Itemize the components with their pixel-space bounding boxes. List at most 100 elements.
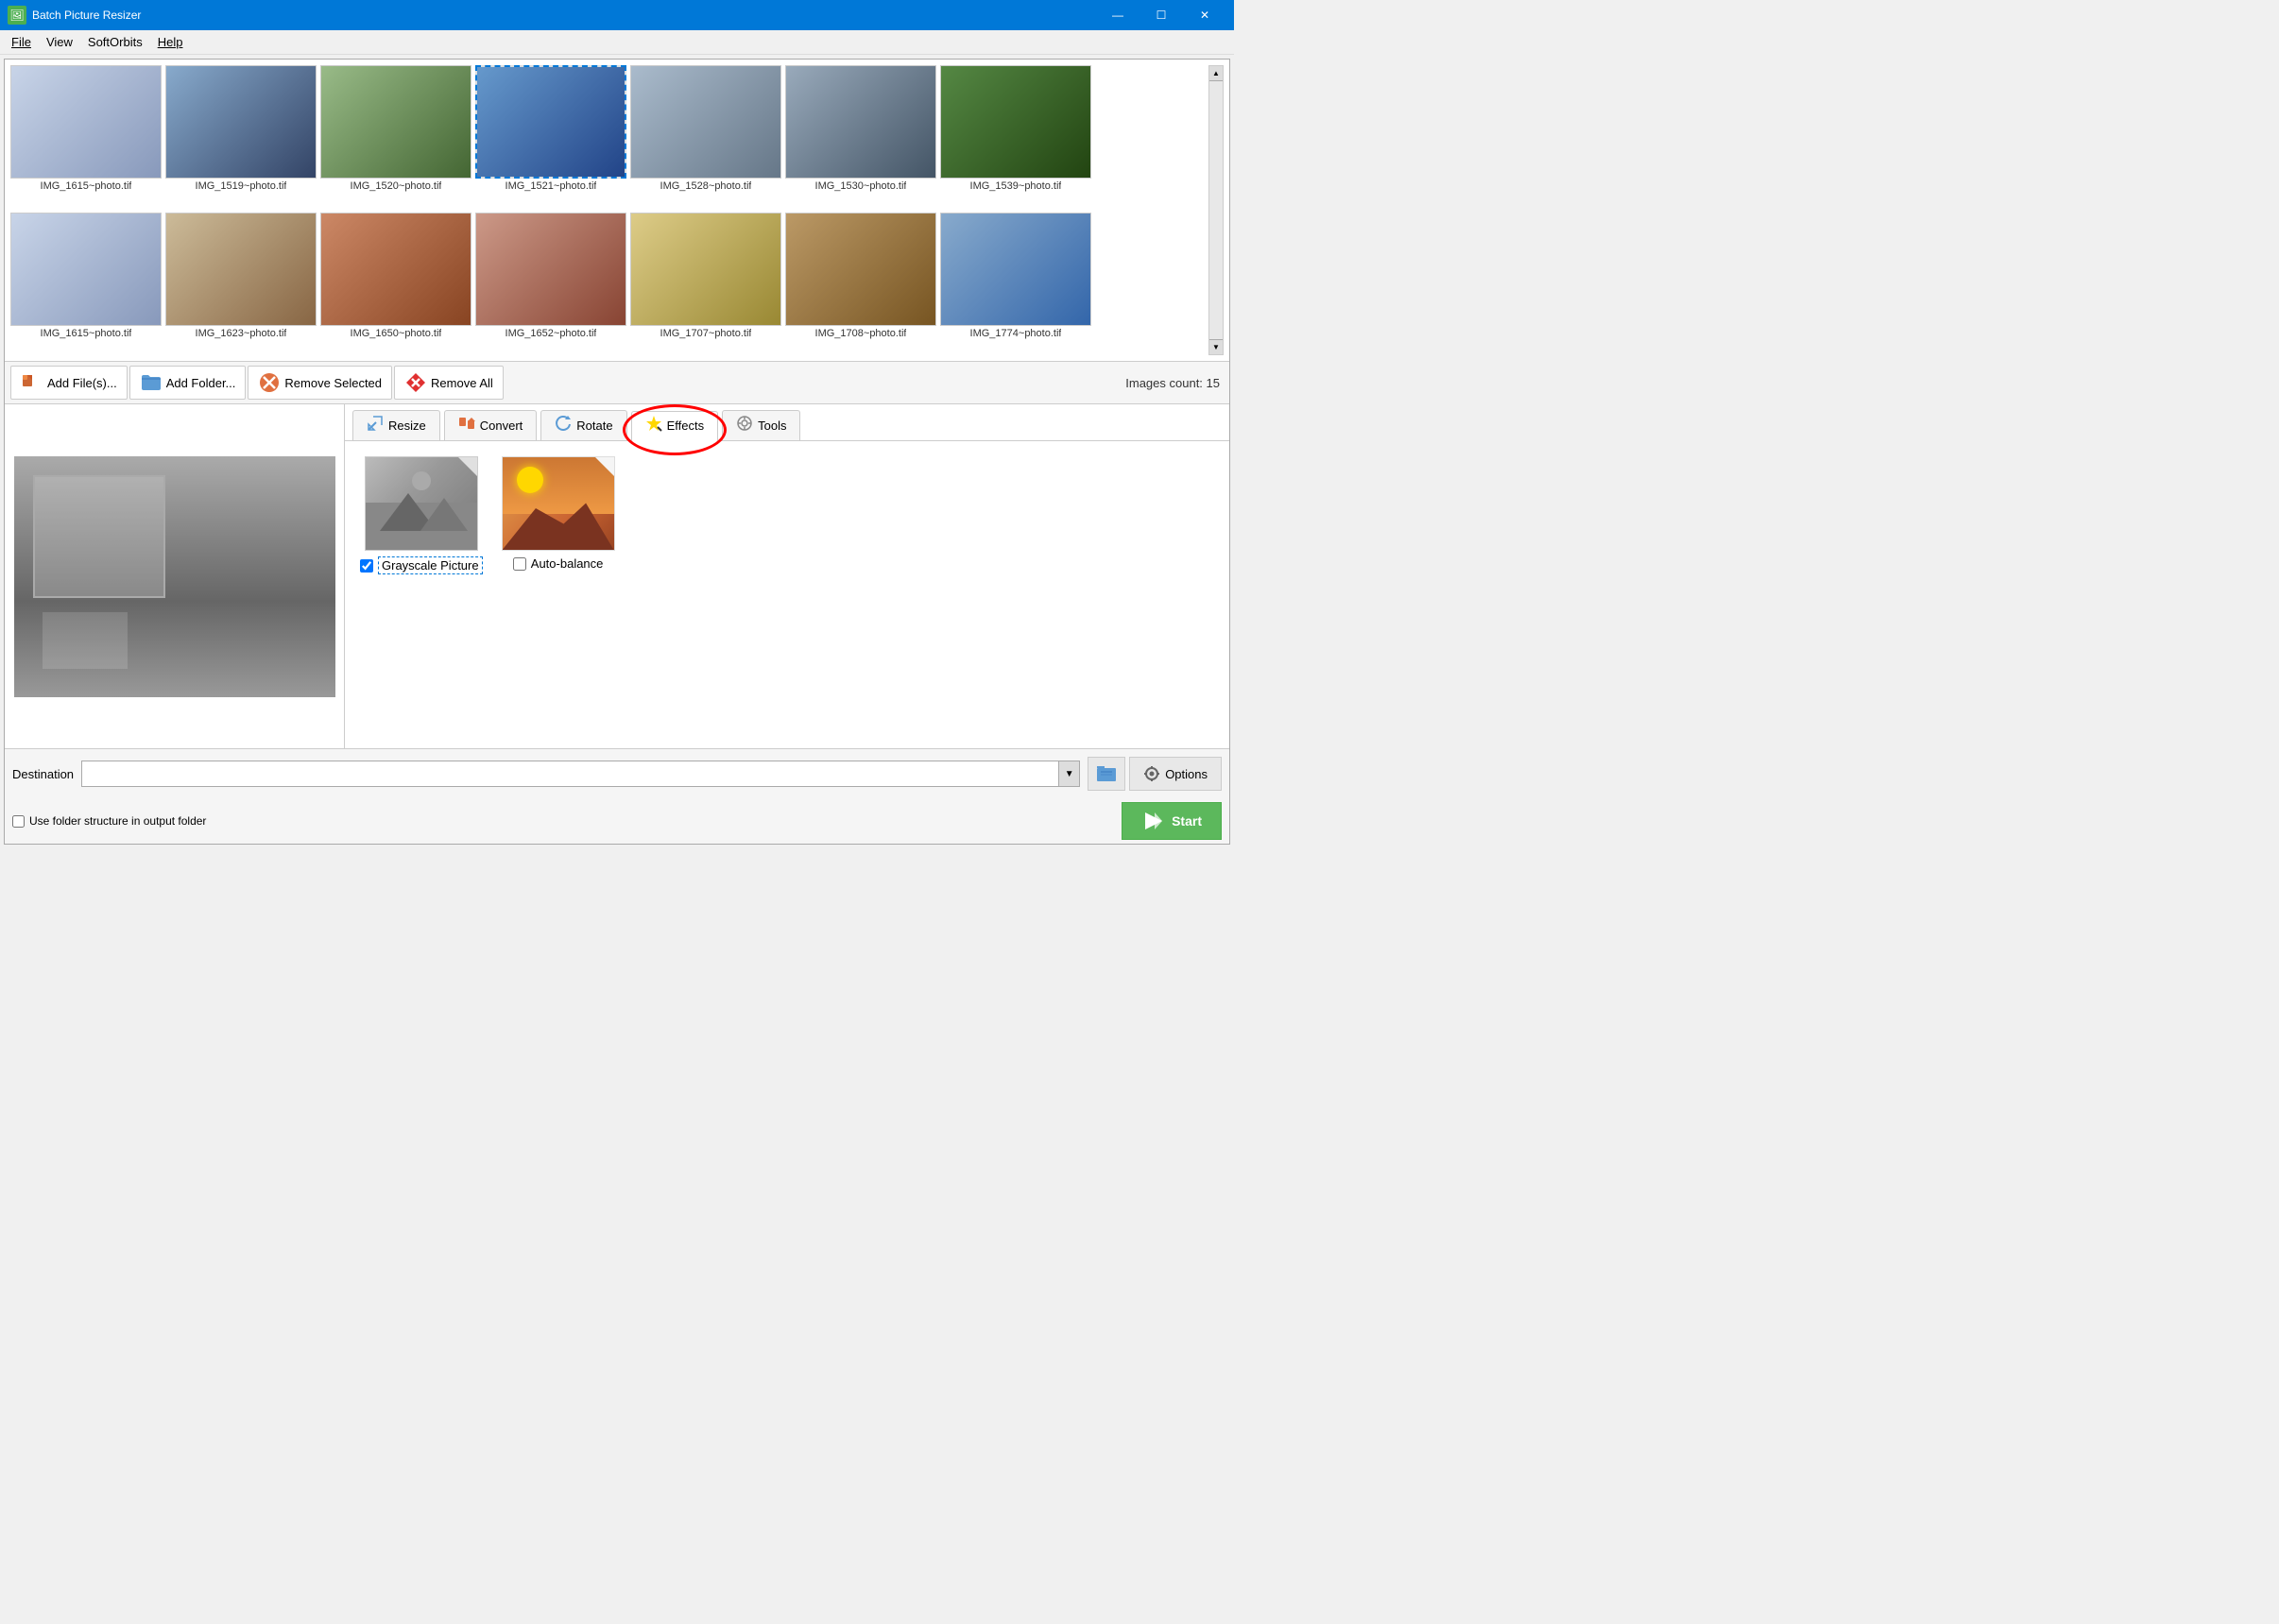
img-placeholder-10 — [321, 214, 471, 325]
menu-help[interactable]: Help — [150, 33, 191, 51]
folder-structure-checkbox[interactable] — [12, 815, 25, 828]
grid-scrollbar[interactable]: ▲ ▼ — [1208, 65, 1224, 355]
destination-combo: ▼ — [81, 761, 1080, 787]
window-title: Batch Picture Resizer — [32, 9, 1096, 22]
image-thumb-5 — [630, 65, 781, 179]
tab-convert[interactable]: Convert — [444, 410, 538, 440]
tabs-bar: Resize Convert — [345, 404, 1229, 441]
image-cell-14[interactable]: IMG_1774~photo.tif — [940, 213, 1091, 356]
image-cell-4[interactable]: IMG_1521~photo.tif — [475, 65, 626, 209]
destination-dropdown-button[interactable]: ▼ — [1059, 761, 1080, 787]
start-button[interactable]: Start — [1122, 802, 1222, 840]
image-label-7: IMG_1539~photo.tif — [970, 180, 1062, 192]
minimize-button[interactable]: — — [1096, 0, 1140, 30]
autobalance-thumb-container — [502, 456, 615, 551]
gray-sun — [412, 471, 431, 490]
destination-buttons: Options — [1088, 757, 1222, 791]
scroll-down-button[interactable]: ▼ — [1209, 339, 1223, 354]
add-files-icon — [21, 371, 43, 394]
destination-input[interactable] — [81, 761, 1059, 787]
autobalance-sun — [517, 467, 543, 493]
image-label-13: IMG_1708~photo.tif — [815, 328, 907, 339]
image-cell-13[interactable]: IMG_1708~photo.tif — [785, 213, 936, 356]
image-thumb-13 — [785, 213, 936, 326]
image-label-4: IMG_1521~photo.tif — [505, 180, 597, 192]
tab-effects[interactable]: Effects — [631, 411, 719, 441]
image-label-10: IMG_1650~photo.tif — [351, 328, 442, 339]
remove-selected-icon — [258, 371, 281, 394]
add-folder-button[interactable]: Add Folder... — [129, 366, 247, 400]
add-folder-icon — [140, 371, 163, 394]
image-thumb-9 — [165, 213, 317, 326]
maximize-button[interactable]: ☐ — [1140, 0, 1183, 30]
menu-softorbits[interactable]: SoftOrbits — [80, 33, 150, 51]
window-controls: — ☐ ✕ — [1096, 0, 1226, 30]
autobalance-check-row: Auto-balance — [513, 556, 604, 571]
image-thumb-10 — [320, 213, 471, 326]
resize-tab-icon — [367, 415, 384, 436]
img-placeholder-3 — [321, 66, 471, 178]
tab-rotate-label: Rotate — [576, 419, 612, 433]
grayscale-thumb — [365, 456, 478, 551]
image-cell-8[interactable]: IMG_1615~photo.tif — [10, 213, 162, 356]
image-cell-3[interactable]: IMG_1520~photo.tif — [320, 65, 471, 209]
menu-file[interactable]: File — [4, 33, 39, 51]
page-curl-grayscale — [458, 457, 477, 476]
image-cell-6[interactable]: IMG_1530~photo.tif — [785, 65, 936, 209]
remove-all-button[interactable]: Remove All — [394, 366, 504, 400]
tab-tools[interactable]: Tools — [722, 410, 800, 440]
add-files-button[interactable]: Add File(s)... — [10, 366, 128, 400]
autobalance-checkbox[interactable] — [513, 557, 526, 571]
remove-selected-button[interactable]: Remove Selected — [248, 366, 392, 400]
bottom-panel: Resize Convert — [5, 404, 1229, 748]
folder-icon — [1095, 762, 1118, 785]
image-cell-1[interactable]: IMG_1615~photo.tif — [10, 65, 162, 209]
effects-tab-icon — [645, 415, 662, 436]
image-label-14: IMG_1774~photo.tif — [970, 328, 1062, 339]
tab-rotate[interactable]: Rotate — [540, 410, 626, 440]
preview-panel — [5, 404, 345, 748]
image-cell-10[interactable]: IMG_1650~photo.tif — [320, 213, 471, 356]
image-thumb-3 — [320, 65, 471, 179]
image-cell-5[interactable]: IMG_1528~photo.tif — [630, 65, 781, 209]
image-cell-2[interactable]: IMG_1519~photo.tif — [165, 65, 317, 209]
gray-mountain-2 — [420, 498, 468, 531]
menu-view[interactable]: View — [39, 33, 80, 51]
autobalance-thumb-img — [502, 456, 615, 551]
rotate-tab-icon — [555, 415, 572, 436]
image-label-12: IMG_1707~photo.tif — [660, 328, 752, 339]
image-cell-12[interactable]: IMG_1707~photo.tif — [630, 213, 781, 356]
image-cell-7[interactable]: IMG_1539~photo.tif — [940, 65, 1091, 209]
img-placeholder-14 — [941, 214, 1090, 325]
add-folder-label: Add Folder... — [166, 376, 236, 390]
image-label-11: IMG_1652~photo.tif — [505, 328, 597, 339]
image-label-6: IMG_1530~photo.tif — [815, 180, 907, 192]
image-grid-container: IMG_1615~photo.tif IMG_1519~photo.tif IM… — [5, 60, 1229, 362]
image-thumb-1 — [10, 65, 162, 179]
options-button[interactable]: Options — [1129, 757, 1222, 791]
grayscale-label: Grayscale Picture — [378, 556, 483, 574]
tab-effects-label: Effects — [667, 419, 705, 433]
scroll-up-button[interactable]: ▲ — [1209, 66, 1223, 81]
grayscale-checkbox[interactable] — [360, 559, 373, 573]
close-button[interactable]: ✕ — [1183, 0, 1226, 30]
destination-label: Destination — [12, 767, 74, 781]
img-placeholder-11 — [476, 214, 625, 325]
image-cell-9[interactable]: IMG_1623~photo.tif — [165, 213, 317, 356]
autobalance-effect-item: Auto-balance — [502, 456, 615, 574]
tab-resize[interactable]: Resize — [352, 410, 440, 440]
img-placeholder-8 — [11, 214, 161, 325]
right-panel: Resize Convert — [345, 404, 1229, 748]
image-cell-11[interactable]: IMG_1652~photo.tif — [475, 213, 626, 356]
image-label-9: IMG_1623~photo.tif — [196, 328, 287, 339]
grayscale-check-row: Grayscale Picture — [360, 556, 483, 574]
image-label-2: IMG_1519~photo.tif — [196, 180, 287, 192]
options-label: Options — [1165, 767, 1208, 781]
app-icon: 🖼 — [8, 6, 26, 25]
destination-folder-button[interactable] — [1088, 757, 1125, 791]
page-curl-autobalance — [595, 457, 614, 476]
img-placeholder-2 — [166, 66, 316, 178]
img-placeholder-9 — [166, 214, 316, 325]
folder-check-row: Use folder structure in output folder St… — [5, 798, 1229, 844]
image-label-1: IMG_1615~photo.tif — [41, 180, 132, 192]
